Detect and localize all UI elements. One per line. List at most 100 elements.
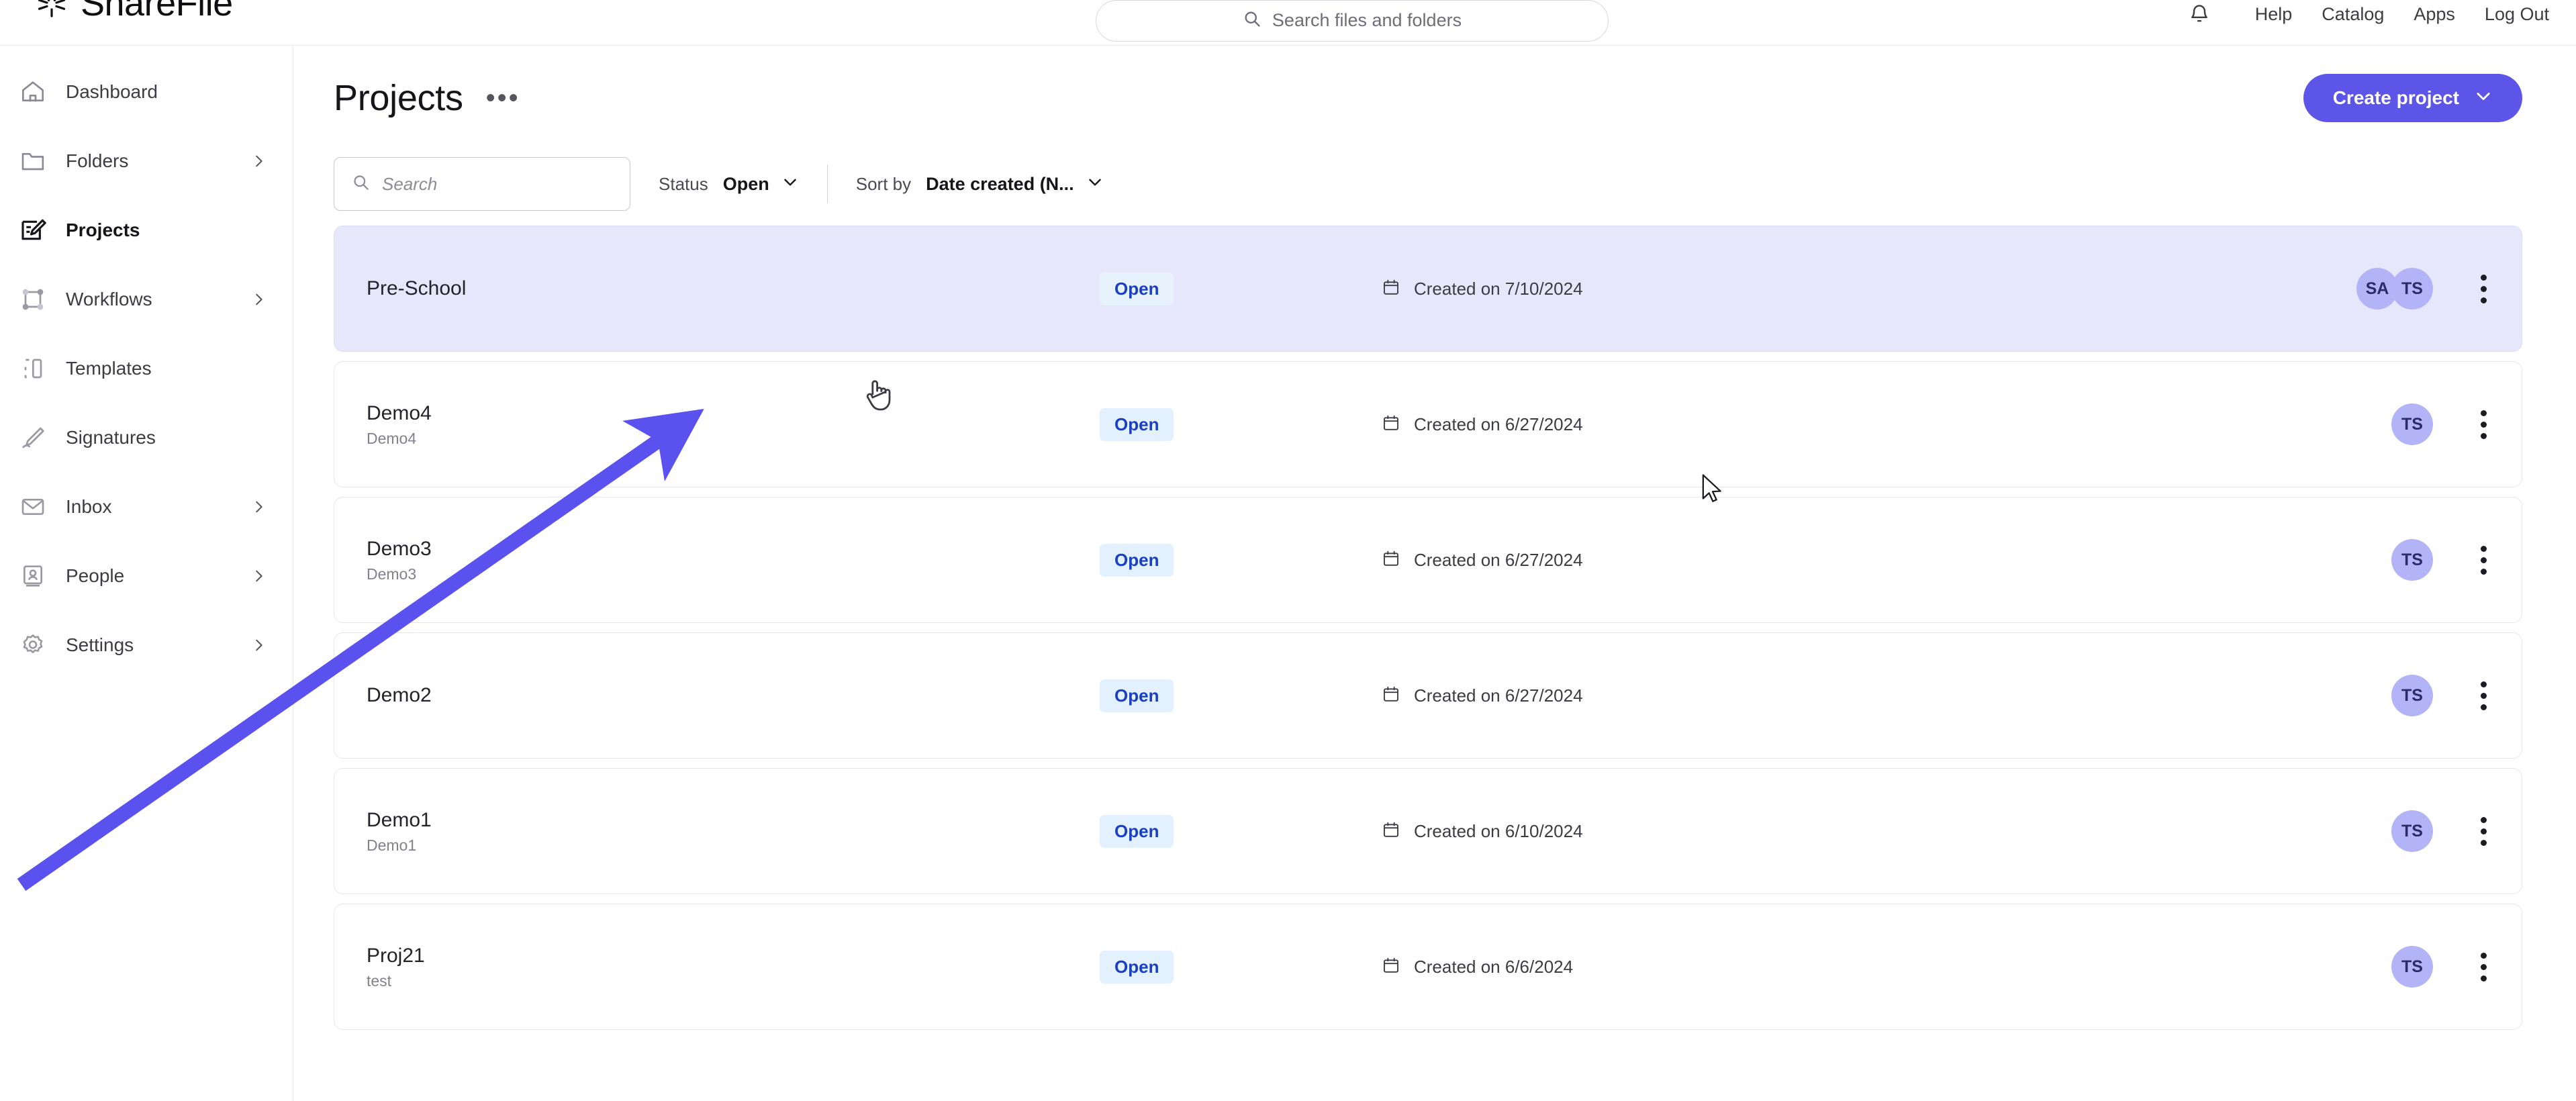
project-name-cell: Demo2 (334, 683, 1100, 708)
avatar[interactable]: TS (2391, 810, 2433, 852)
calendar-icon (1382, 414, 1400, 436)
page-title: Projects (334, 78, 463, 118)
status-filter-label: Status (659, 173, 708, 194)
avatar[interactable]: TS (2391, 403, 2433, 445)
calendar-icon (1382, 278, 1400, 300)
sidebar-item-dashboard[interactable]: Dashboard (0, 68, 293, 115)
project-created-date: Created on 6/27/2024 (1414, 414, 1583, 434)
project-status-cell: Open (1100, 950, 1382, 984)
project-date-cell: Created on 7/10/2024 (1382, 278, 1986, 300)
create-project-button[interactable]: Create project (2303, 74, 2522, 122)
sidebar-item-label: Templates (66, 358, 152, 379)
sidebar-item-signatures[interactable]: Signatures (0, 414, 293, 461)
sidebar-item-people[interactable]: People (0, 553, 293, 600)
global-search-input[interactable]: Search files and folders (1096, 0, 1609, 42)
project-name: Pre-School (367, 277, 467, 300)
table-row[interactable]: Demo1 Demo1 Open Created on 6/10/2024 TS (334, 768, 2522, 894)
project-members: TS (2391, 539, 2460, 581)
avatar[interactable]: TS (2391, 268, 2433, 309)
projects-list: Pre-School Open Created on 7/10/2024 SA T… (334, 226, 2522, 1030)
sidebar-item-label: Workflows (66, 289, 152, 309)
table-row[interactable]: Demo2 Open Created on 6/27/2024 TS (334, 632, 2522, 759)
sort-filter: Sort by Date created (N... (856, 157, 1104, 211)
project-members: TS (2391, 946, 2460, 988)
sidebar-item-label: Folders (66, 150, 129, 171)
project-created-date: Created on 6/6/2024 (1414, 956, 1574, 977)
brand-logo[interactable]: ShareFile (35, 0, 233, 21)
status-filter-dropdown[interactable]: Open (723, 173, 799, 195)
project-subtitle: Demo4 (367, 430, 417, 448)
calendar-icon (1382, 820, 1400, 843)
sidebar-item-settings[interactable]: Settings (0, 622, 293, 669)
gear-icon (19, 631, 47, 659)
sidebar-item-folders[interactable]: Folders (0, 138, 293, 185)
project-date-cell: Created on 6/27/2024 (1382, 685, 1986, 707)
home-icon (19, 78, 47, 106)
chevron-right-icon (251, 499, 266, 514)
kebab-menu-icon[interactable] (2460, 952, 2507, 982)
project-status-cell: Open (1100, 814, 1382, 848)
projects-icon (19, 216, 47, 244)
sidebar-item-label: Dashboard (66, 81, 158, 102)
project-members: TS (2391, 675, 2460, 716)
project-status-cell: Open (1100, 272, 1382, 305)
sort-filter-label: Sort by (855, 173, 912, 194)
project-date-cell: Created on 6/6/2024 (1382, 956, 1986, 978)
project-name-cell: Proj21 test (334, 943, 1100, 991)
project-name: Demo3 (367, 537, 432, 560)
sidebar-item-templates[interactable]: Templates (0, 345, 293, 392)
sidebar-item-workflows[interactable]: Workflows (0, 276, 293, 323)
project-created-date: Created on 7/10/2024 (1414, 278, 1583, 299)
project-members: TS (2391, 403, 2460, 445)
search-icon (352, 173, 370, 195)
table-row[interactable]: Demo4 Demo4 Open Created on 6/27/2024 TS (334, 361, 2522, 487)
top-nav-links: Help Catalog Apps Log Out (2188, 0, 2549, 28)
templates-icon (19, 354, 47, 383)
project-members: SA TS (2356, 268, 2460, 309)
folder-icon (19, 147, 47, 175)
kebab-menu-icon[interactable] (2460, 545, 2507, 575)
chevron-right-icon (251, 292, 266, 307)
nav-link-log-out[interactable]: Log Out (2485, 4, 2549, 25)
search-icon (1243, 9, 1261, 32)
create-project-label: Create project (2332, 87, 2459, 108)
table-row[interactable]: Pre-School Open Created on 7/10/2024 SA T… (334, 226, 2522, 352)
projects-search-input[interactable]: Search (334, 157, 630, 211)
global-search-placeholder: Search files and folders (1272, 9, 1462, 30)
project-date-cell: Created on 6/10/2024 (1382, 820, 1986, 843)
project-name: Proj21 (367, 944, 425, 967)
toolbar-divider (826, 164, 828, 203)
page-more-options-icon[interactable]: ••• (486, 85, 520, 111)
avatar[interactable]: TS (2391, 946, 2433, 988)
project-status-cell: Open (1100, 408, 1382, 441)
nav-link-apps[interactable]: Apps (2414, 4, 2455, 25)
sidebar-item-projects[interactable]: Projects (0, 207, 293, 254)
kebab-menu-icon[interactable] (2460, 274, 2507, 303)
project-name-cell: Pre-School (334, 276, 1100, 301)
sidebar-item-inbox[interactable]: Inbox (0, 483, 293, 530)
avatar[interactable]: TS (2391, 539, 2433, 581)
kebab-menu-icon[interactable] (2460, 816, 2507, 846)
status-badge: Open (1100, 543, 1174, 577)
table-row[interactable]: Demo3 Demo3 Open Created on 6/27/2024 TS (334, 497, 2522, 623)
calendar-icon (1382, 685, 1400, 707)
nav-link-catalog[interactable]: Catalog (2322, 4, 2384, 25)
calendar-icon (1382, 956, 1400, 978)
workflows-icon (19, 285, 47, 314)
sidebar-item-label: Settings (66, 634, 134, 655)
notification-bell-icon[interactable] (2188, 3, 2211, 26)
calendar-icon (1382, 549, 1400, 571)
status-badge: Open (1100, 950, 1174, 984)
status-badge: Open (1100, 679, 1174, 712)
main-content: Projects ••• Create project Search Statu… (293, 46, 2576, 1101)
sharefile-starburst-icon (35, 0, 68, 20)
kebab-menu-icon[interactable] (2460, 681, 2507, 710)
nav-link-help[interactable]: Help (2255, 4, 2293, 25)
project-name: Demo2 (367, 684, 432, 707)
avatar[interactable]: TS (2391, 675, 2433, 716)
sort-filter-dropdown[interactable]: Date created (N... (926, 173, 1104, 195)
sort-filter-value: Date created (N... (926, 173, 1074, 194)
kebab-menu-icon[interactable] (2460, 410, 2507, 439)
table-row[interactable]: Proj21 test Open Created on 6/6/2024 TS (334, 904, 2522, 1030)
sidebar-navigation: Dashboard Folders Projects Workflows Tem… (0, 46, 293, 1101)
